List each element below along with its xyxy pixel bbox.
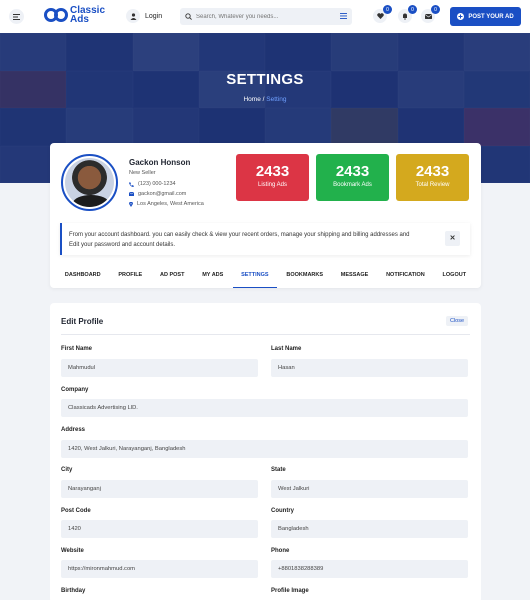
notification-count-badge: 0 xyxy=(408,5,417,14)
dashboard-tabs: DASHBOARD PROFILE AD POST MY ADS SETTING… xyxy=(50,269,481,288)
profile-phone: (123) 000-1234 xyxy=(129,181,176,187)
wishlist-count-badge: 0 xyxy=(383,5,392,14)
phone-icon xyxy=(129,181,134,187)
search-bar xyxy=(180,8,352,25)
message-count-badge: 0 xyxy=(431,5,440,14)
login-link[interactable]: Login xyxy=(126,9,162,23)
company-label: Company xyxy=(61,387,89,393)
state-label: State xyxy=(271,467,286,473)
stat-value: 2433 xyxy=(335,163,370,180)
logo[interactable]: Classic Ads xyxy=(44,6,105,25)
notification-button[interactable]: 0 xyxy=(398,5,417,23)
wishlist-button[interactable]: 0 xyxy=(373,5,392,23)
stat-value: 2433 xyxy=(255,163,290,180)
search-input[interactable] xyxy=(196,13,336,20)
location-pin-icon xyxy=(129,201,133,207)
menu-button[interactable] xyxy=(9,9,24,24)
filter-icon[interactable] xyxy=(340,13,347,19)
profile-location: Los Angeles, West America xyxy=(129,201,204,207)
profile-name: Gackon Honson xyxy=(129,158,191,167)
first-name-label: First Name xyxy=(61,346,93,352)
login-label: Login xyxy=(145,12,163,20)
tab-settings[interactable]: SETTINGS xyxy=(233,269,277,288)
stat-label: Total Review xyxy=(415,182,450,188)
alert-text: From your account dashboard. you can eas… xyxy=(69,232,410,248)
logo-icon xyxy=(44,8,68,22)
address-label: Address xyxy=(61,427,86,433)
search-icon xyxy=(185,13,192,20)
heart-icon xyxy=(376,13,384,19)
profile-location-text: Los Angeles, West America xyxy=(137,201,204,207)
envelope-icon xyxy=(129,192,134,196)
bell-icon xyxy=(403,13,407,19)
divider xyxy=(61,334,470,335)
country-label: Country xyxy=(271,508,294,514)
tab-profile[interactable]: PROFILE xyxy=(110,269,150,288)
last-name-field[interactable] xyxy=(271,359,468,377)
country-field[interactable] xyxy=(271,520,468,538)
plus-circle-icon xyxy=(457,13,465,20)
stat-total-review[interactable]: 2433 Total Review xyxy=(396,154,469,201)
website-field[interactable] xyxy=(61,560,258,578)
breadcrumb-current: Setting xyxy=(266,96,287,103)
address-field[interactable] xyxy=(61,440,468,458)
stat-bookmark-ads[interactable]: 2433 Bookmark Ads xyxy=(316,154,389,201)
company-field[interactable] xyxy=(61,399,468,417)
stat-label: Listing Ads xyxy=(257,182,288,188)
post-your-ad-label: POST YOUR AD xyxy=(468,13,514,20)
edit-profile-close-button[interactable]: Close xyxy=(445,316,468,326)
profile-image-label: Profile Image xyxy=(271,588,309,594)
message-button[interactable]: 0 xyxy=(421,5,440,23)
first-name-field[interactable] xyxy=(61,359,258,377)
state-field[interactable] xyxy=(271,480,468,498)
tab-logout[interactable]: LOGOUT xyxy=(435,269,475,288)
logo-text-2: Ads xyxy=(70,14,89,25)
edit-profile-card: Edit Profile Close First Name Last Name … xyxy=(50,303,481,600)
user-icon xyxy=(126,9,140,23)
city-label: City xyxy=(61,467,73,473)
profile-card: Gackon Honson New Seller (123) 000-1234 … xyxy=(50,143,481,288)
hamburger-icon xyxy=(13,13,20,20)
tab-ad-post[interactable]: AD POST xyxy=(152,269,192,288)
birthday-label: Birthday xyxy=(61,588,86,594)
post-your-ad-button[interactable]: POST YOUR AD xyxy=(450,7,521,26)
profile-role: New Seller xyxy=(129,170,156,176)
breadcrumb-separator: / xyxy=(262,96,265,103)
envelope-icon xyxy=(424,13,432,19)
stat-value: 2433 xyxy=(415,163,450,180)
edit-profile-title: Edit Profile xyxy=(61,317,104,326)
city-field[interactable] xyxy=(61,480,258,498)
breadcrumb-home[interactable]: Home xyxy=(243,96,260,103)
profile-email: gackon@gmail.com xyxy=(129,191,186,197)
alert-close-button[interactable]: ✕ xyxy=(445,231,460,246)
close-icon: ✕ xyxy=(449,234,456,242)
tab-message[interactable]: MESSAGE xyxy=(333,269,377,288)
breadcrumb: Home / Setting xyxy=(0,96,530,103)
last-name-label: Last Name xyxy=(271,346,302,352)
post-code-field[interactable] xyxy=(61,520,258,538)
website-label: Website xyxy=(61,548,84,554)
profile-email-text: gackon@gmail.com xyxy=(138,191,187,197)
stat-label: Bookmark Ads xyxy=(333,182,372,188)
tab-bookmarks[interactable]: BOOKMARKS xyxy=(278,269,331,288)
top-navbar: Classic Ads Login 0 0 0 POST YOUR AD xyxy=(0,0,530,33)
tab-notification[interactable]: NOTIFICATION xyxy=(378,269,433,288)
stat-listing-ads[interactable]: 2433 Listing Ads xyxy=(236,154,309,201)
tab-dashboard[interactable]: DASHBOARD xyxy=(57,269,109,288)
avatar xyxy=(61,154,118,211)
profile-phone-text: (123) 000-1234 xyxy=(138,181,176,187)
dashboard-info-alert: From your account dashboard. you can eas… xyxy=(60,223,470,255)
page-title: SETTINGS xyxy=(226,71,304,88)
post-code-label: Post Code xyxy=(61,508,91,514)
avatar-image xyxy=(65,158,114,207)
phone-field[interactable] xyxy=(271,560,468,578)
phone-label: Phone xyxy=(271,548,290,554)
tab-my-ads[interactable]: MY ADS xyxy=(194,269,231,288)
